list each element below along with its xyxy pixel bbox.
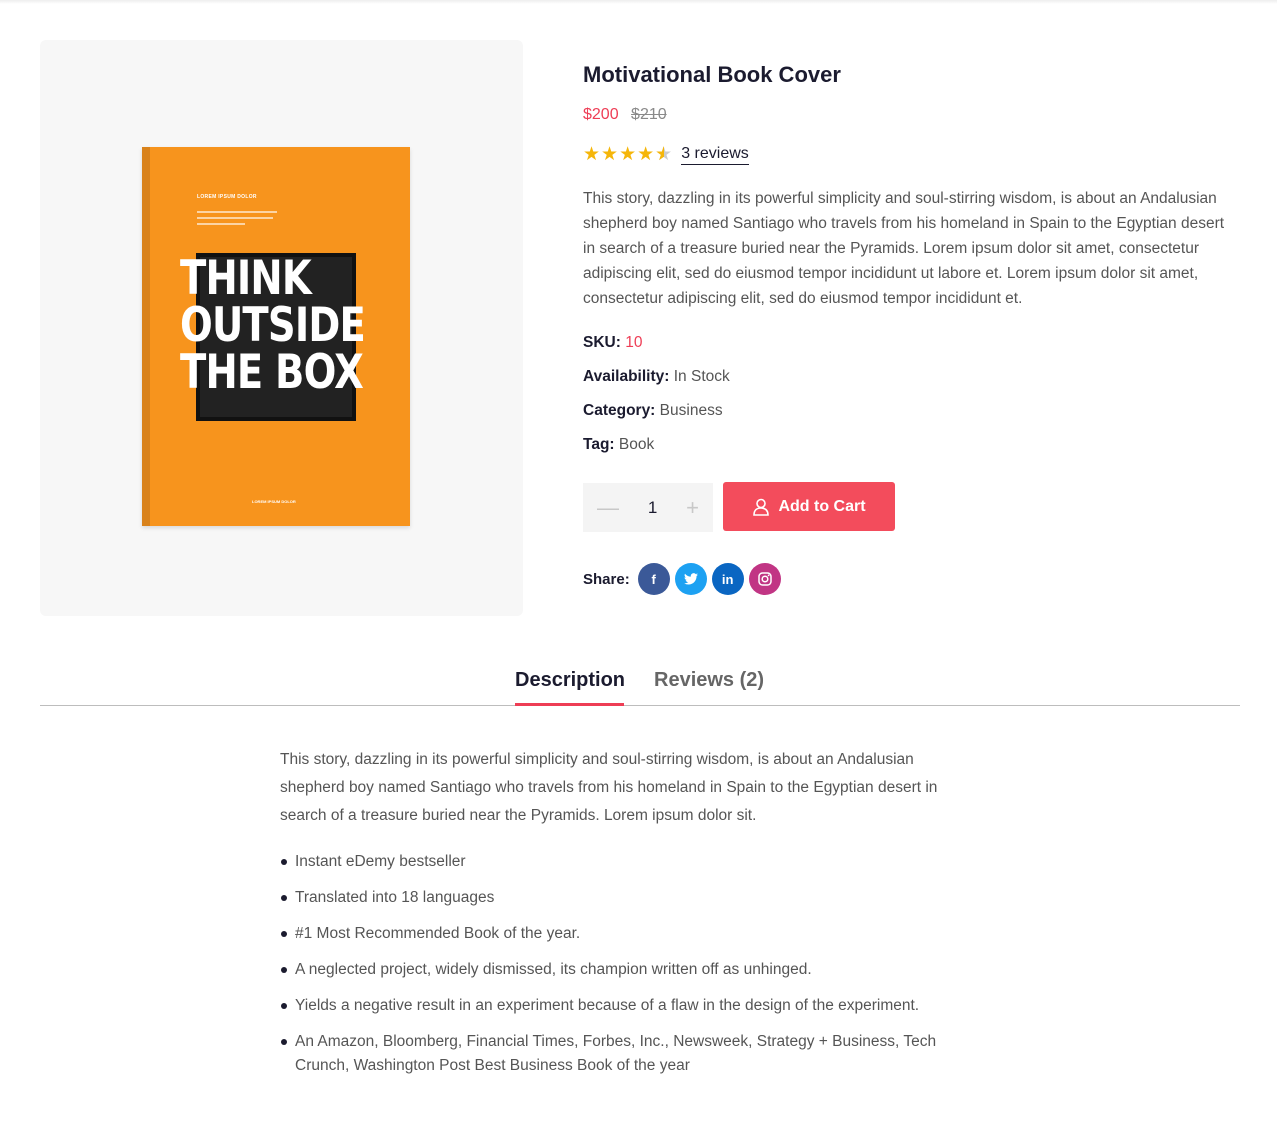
cover-line-2: OUTSIDE [180, 298, 366, 353]
category-label: Category: [583, 402, 656, 419]
tab-description[interactable]: Description [515, 669, 625, 692]
plus-icon[interactable]: + [686, 496, 699, 519]
list-item: #1 Most Recommended Book of the year. [280, 922, 980, 946]
list-item: Instant eDemy bestseller [280, 850, 980, 874]
book-spine [142, 147, 150, 526]
twitter-icon[interactable] [674, 563, 707, 595]
quantity-stepper: — 1 + [583, 483, 713, 532]
cover-text-lines [197, 211, 277, 229]
description-text: This story, dazzling in its powerful sim… [280, 751, 938, 824]
share-row: Share: f in [583, 563, 786, 595]
instagram-icon[interactable] [748, 563, 781, 595]
tab-reviews[interactable]: Reviews (2) [654, 669, 764, 692]
add-to-cart-label: Add to Cart [778, 497, 866, 515]
active-tab-indicator [515, 703, 624, 706]
tag-label: Tag: [583, 436, 615, 453]
tag-row: Tag: Book [583, 436, 654, 454]
top-divider [0, 0, 1277, 4]
availability-row: Availability: In Stock [583, 368, 730, 386]
star-rating-icon: ★★★★★★ [583, 144, 674, 165]
current-price: $200 [583, 106, 619, 123]
product-title: Motivational Book Cover [583, 62, 841, 87]
facebook-icon[interactable]: f [637, 563, 670, 595]
rating-row: ★★★★★★ 3 reviews [583, 143, 749, 166]
product-summary: This story, dazzling in its powerful sim… [583, 190, 1225, 307]
quantity-input[interactable]: 1 [648, 498, 657, 518]
cover-bottom-label: LOREM IPSUM DOLOR [252, 499, 296, 504]
reviews-link[interactable]: 3 reviews [681, 145, 749, 165]
linkedin-icon[interactable]: in [711, 563, 744, 595]
list-item: Translated into 18 languages [280, 886, 980, 910]
list-item: Yields a negative result in an experimen… [280, 994, 980, 1018]
category-row: Category: Business [583, 402, 723, 420]
availability-label: Availability: [583, 368, 670, 385]
add-to-cart-button[interactable]: Add to Cart [723, 482, 895, 531]
sku-label: SKU: [583, 334, 621, 351]
user-icon [753, 498, 770, 516]
tabs-divider [40, 705, 1240, 706]
cover-headline: THINK OUTSIDE THE BOX [180, 255, 380, 396]
product-image-panel: LOREM IPSUM DOLOR THINK OUTSIDE THE BOX … [40, 40, 523, 616]
feature-list: Instant eDemy bestseller Translated into… [280, 850, 980, 1090]
cover-top-label: LOREM IPSUM DOLOR [197, 194, 257, 200]
category-value[interactable]: Business [660, 402, 723, 419]
tag-value[interactable]: Book [619, 436, 654, 453]
list-item: A neglected project, widely dismissed, i… [280, 958, 980, 982]
sku-value: 10 [625, 334, 643, 351]
cover-line-3: THE BOX [180, 345, 364, 400]
cover-line-1: THINK [180, 251, 312, 306]
product-price: $200 $210 [583, 106, 667, 124]
list-item: An Amazon, Bloomberg, Financial Times, F… [280, 1030, 980, 1078]
availability-value: In Stock [673, 368, 730, 385]
sku-row: SKU: 10 [583, 334, 642, 352]
book-cover-image: LOREM IPSUM DOLOR THINK OUTSIDE THE BOX … [142, 147, 410, 526]
share-label: Share: [583, 570, 630, 588]
old-price: $210 [631, 106, 667, 123]
minus-icon[interactable]: — [597, 496, 619, 519]
